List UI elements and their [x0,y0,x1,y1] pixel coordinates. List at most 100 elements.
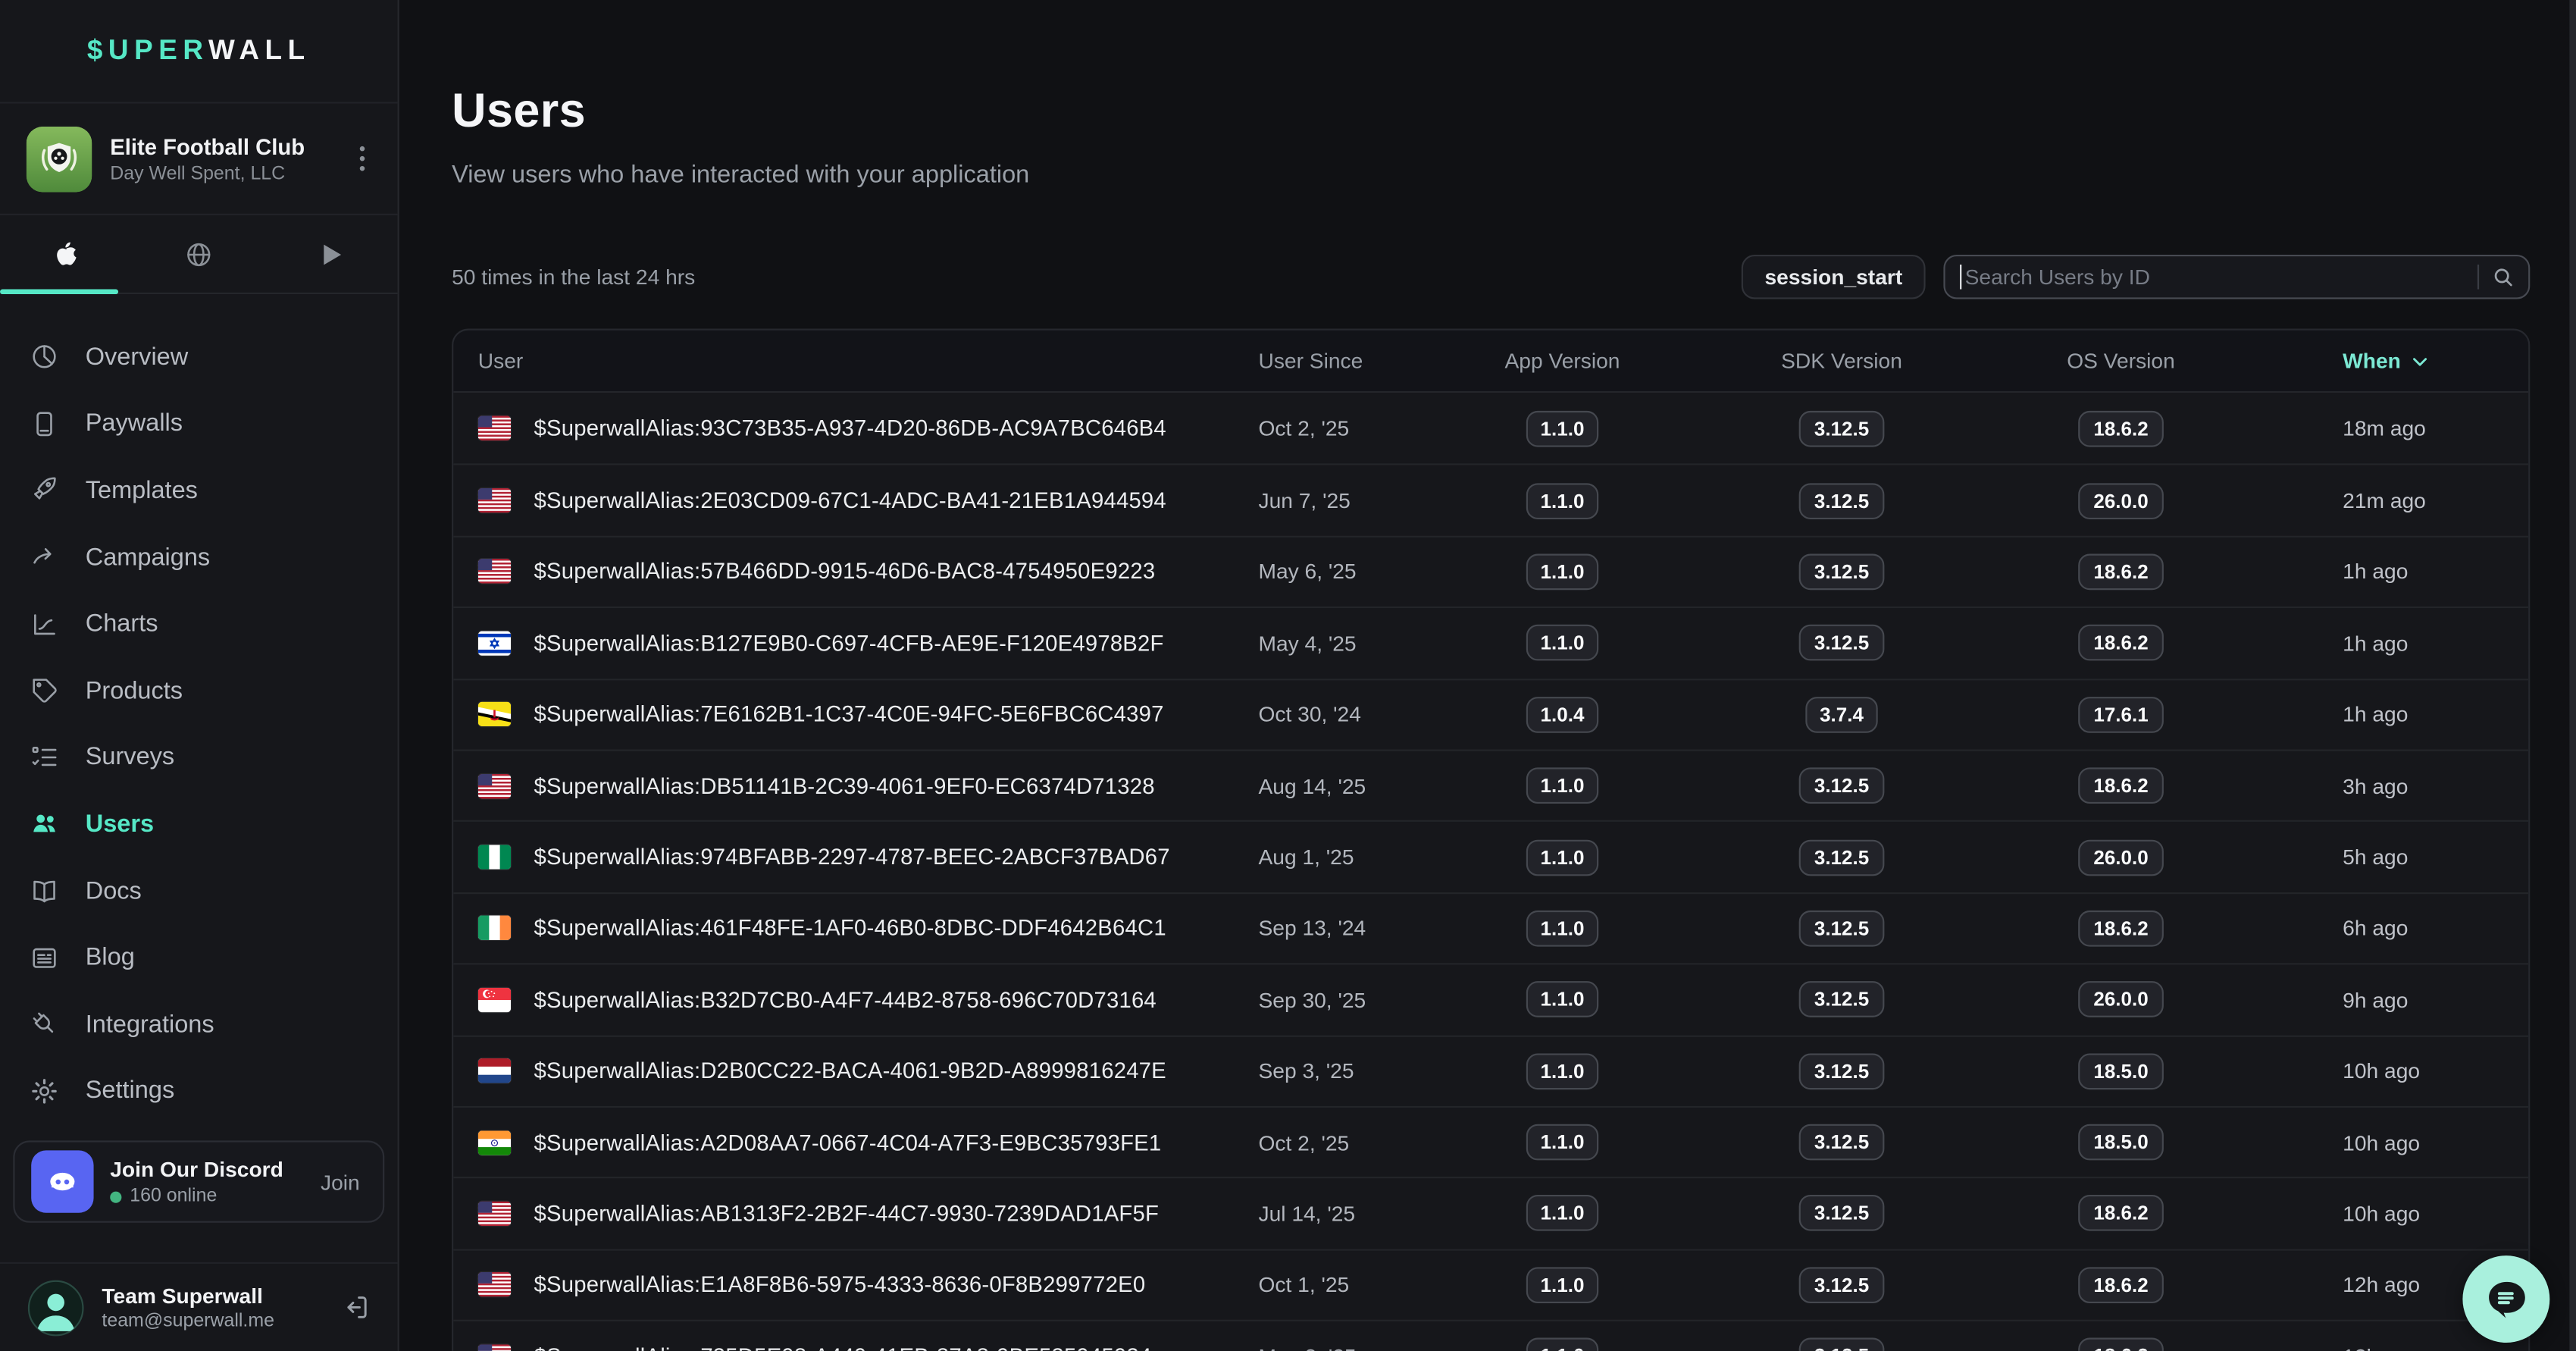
user-since: Oct 2, '25 [1234,1130,1431,1155]
user-id: $SuperwallAlias:7E6162B1-1C37-4C0E-94FC-… [534,702,1164,727]
table-row[interactable]: $SuperwallAlias:AB1313F2-2B2F-44C7-9930-… [453,1177,2528,1249]
table-row[interactable]: $SuperwallAlias:E1A8F8B6-5975-4333-8636-… [453,1249,2528,1320]
app-version-badge: 1.1.0 [1526,553,1599,590]
user-cell: $SuperwallAlias:2E03CD09-67C1-4ADC-BA41-… [453,488,1234,513]
sidebar-item-campaigns[interactable]: Campaigns [0,524,398,591]
chevron-down-icon [2411,351,2430,371]
flag-il-icon [478,631,511,656]
tab-android[interactable] [265,215,398,293]
flag-us-icon [478,773,511,798]
sdk-version-cell: 3.12.5 [1694,1053,1989,1089]
search-input[interactable] [1961,265,2477,290]
user-id: $SuperwallAlias:57B466DD-9915-46D6-BAC8-… [534,560,1156,585]
flag-us-icon [478,560,511,585]
user-cell: $SuperwallAlias:AB1313F2-2B2F-44C7-9930-… [453,1202,1234,1227]
tab-ios[interactable] [0,215,133,293]
column-header-app-version[interactable]: App Version [1431,349,1694,374]
sidebar-item-surveys[interactable]: Surveys [0,724,398,791]
user-cell: $SuperwallAlias:93C73B35-A937-4D20-86DB-… [453,416,1234,441]
table-row[interactable]: $SuperwallAlias:93C73B35-A937-4D20-86DB-… [453,393,2528,464]
table-row[interactable]: $SuperwallAlias:57B466DD-9915-46D6-BAC8-… [453,535,2528,607]
account-footer[interactable]: Team Superwall team@superwall.me [0,1262,398,1351]
app-icon [27,126,92,192]
column-header-sdk-version[interactable]: SDK Version [1694,349,1989,374]
brand-logo[interactable]: $UPERWALL [0,0,398,104]
sdk-version-badge: 3.12.5 [1799,1267,1883,1303]
sidebar-item-label: Templates [86,477,198,505]
sidebar-item-blog[interactable]: Blog [0,924,398,991]
user-id: $SuperwallAlias:D2B0CC22-BACA-4061-9B2D-… [534,1058,1166,1083]
table-row[interactable]: $SuperwallAlias:B127E9B0-C697-4CFB-AE9E-… [453,607,2528,678]
event-filter-button[interactable]: session_start [1742,255,1925,299]
table-row[interactable]: $SuperwallAlias:461F48FE-1AF0-46B0-8DBC-… [453,892,2528,964]
user-id: $SuperwallAlias:AB1313F2-2B2F-44C7-9930-… [534,1202,1160,1227]
when-value: 1h ago [2252,560,2528,585]
app-version-badge: 1.1.0 [1526,839,1599,876]
user-since: Aug 1, '25 [1234,845,1431,870]
user-since: Oct 2, '25 [1234,416,1431,441]
table-row[interactable]: $SuperwallAlias:2E03CD09-67C1-4ADC-BA41-… [453,464,2528,535]
gear-icon [28,1076,61,1105]
search-box[interactable] [1943,255,2530,299]
workspace-menu-icon[interactable] [349,146,375,171]
search-icon[interactable] [2490,265,2515,290]
os-version-badge: 18.6.2 [2079,625,2163,662]
support-chat-button[interactable] [2462,1255,2549,1343]
app-version-cell: 1.1.0 [1431,839,1694,876]
user-id: $SuperwallAlias:735D5E98-A449-41EB-87A8-… [534,1344,1152,1351]
when-value: 6h ago [2252,916,2528,941]
app-version-badge: 1.1.0 [1526,982,1599,1018]
os-version-cell: 18.6.2 [1989,553,2252,590]
active-tab-indicator [0,290,118,295]
user-id: $SuperwallAlias:974BFABB-2297-4787-BEEC-… [534,845,1170,870]
os-version-badge: 18.5.0 [2079,1124,2163,1161]
workspace-switcher[interactable]: Elite Football Club Day Well Spent, LLC [0,104,398,215]
sidebar-item-products[interactable]: Products [0,657,398,724]
page-subtitle: View users who have interacted with your… [452,161,2576,189]
table-row[interactable]: $SuperwallAlias:DB51141B-2C39-4061-9EF0-… [453,749,2528,820]
user-cell: $SuperwallAlias:7E6162B1-1C37-4C0E-94FC-… [453,702,1234,727]
column-header-when[interactable]: When [2252,349,2528,374]
column-header-user[interactable]: User [453,349,1234,374]
sign-out-icon[interactable] [340,1292,371,1323]
flag-ie-icon [478,916,511,941]
chat-bubble-icon [2481,1274,2531,1324]
os-version-cell: 18.5.0 [1989,1124,2252,1161]
main-content: Users View users who have interacted wit… [399,0,2576,1351]
sdk-version-cell: 3.12.5 [1694,839,1989,876]
sidebar-item-settings[interactable]: Settings [0,1058,398,1124]
sidebar-item-paywalls[interactable]: Paywalls [0,390,398,457]
discord-join-button[interactable]: Join [321,1170,360,1195]
discord-card[interactable]: Join Our Discord 160 online Join [13,1141,384,1223]
users-table: User User Since App Version SDK Version … [452,329,2530,1351]
sidebar-item-users[interactable]: Users [0,791,398,857]
page-header: Users View users who have interacted wit… [452,86,2576,190]
app-window: $UPERWALL Elite Foo [0,0,2576,1351]
sidebar-item-label: Blog [86,944,135,972]
sdk-version-cell: 3.12.5 [1694,768,1989,804]
tab-web[interactable] [133,215,265,293]
sidebar-item-charts[interactable]: Charts [0,591,398,657]
column-header-user-since[interactable]: User Since [1234,349,1431,374]
table-row[interactable]: $SuperwallAlias:7E6162B1-1C37-4C0E-94FC-… [453,678,2528,749]
column-header-os-version[interactable]: OS Version [1989,349,2252,374]
user-id: $SuperwallAlias:B127E9B0-C697-4CFB-AE9E-… [534,631,1164,656]
table-row[interactable]: $SuperwallAlias:A2D08AA7-0667-4C04-A7F3-… [453,1106,2528,1177]
sidebar-item-overview[interactable]: Overview [0,324,398,390]
sidebar-item-integrations[interactable]: Integrations [0,991,398,1058]
user-since: May 6, '25 [1234,560,1431,585]
table-row[interactable]: $SuperwallAlias:735D5E98-A449-41EB-87A8-… [453,1320,2528,1351]
sdk-version-cell: 3.12.5 [1694,1196,1989,1232]
table-row[interactable]: $SuperwallAlias:D2B0CC22-BACA-4061-9B2D-… [453,1035,2528,1106]
table-row[interactable]: $SuperwallAlias:B32D7CB0-A4F7-44B2-8758-… [453,964,2528,1035]
sidebar-item-templates[interactable]: Templates [0,457,398,524]
table-row[interactable]: $SuperwallAlias:974BFABB-2297-4787-BEEC-… [453,820,2528,892]
scrollbar[interactable] [2569,0,2576,1351]
user-cell: $SuperwallAlias:974BFABB-2297-4787-BEEC-… [453,845,1234,870]
flag-us-icon [478,1273,511,1298]
rocket-icon [28,476,61,506]
sidebar-item-label: Surveys [86,744,174,772]
sidebar-item-docs[interactable]: Docs [0,857,398,924]
sdk-version-badge: 3.12.5 [1799,911,1883,947]
app-version-cell: 1.1.0 [1431,1124,1694,1161]
